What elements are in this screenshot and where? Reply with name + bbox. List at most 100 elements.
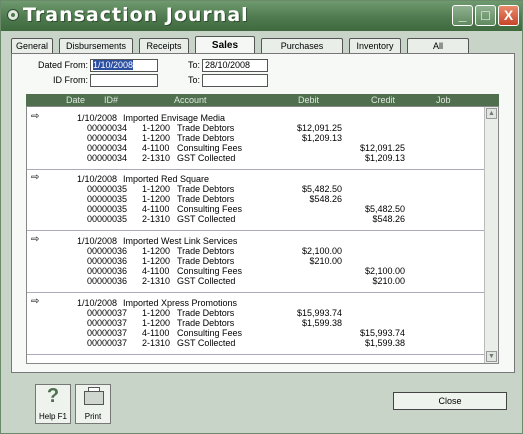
col-account[interactable]: Account xyxy=(174,94,207,106)
col-id[interactable]: ID# xyxy=(104,94,118,106)
print-label: Print xyxy=(84,412,102,421)
dated-from-field[interactable]: 1/10/2008 xyxy=(90,59,158,72)
line-account-number: 1-1200 xyxy=(142,123,171,133)
line-account-number: 4-1100 xyxy=(142,204,170,214)
help-label: Help F1 xyxy=(38,412,67,421)
journal-entry-group[interactable]: ⇨ 1/10/2008 Imported Xpress Promotions 0000… xyxy=(27,294,486,355)
filter-area: Dated From: 1/10/2008 To: 28/10/2008 ID … xyxy=(26,58,276,92)
line-id: 00000035 xyxy=(87,214,128,224)
line-id: 00000036 xyxy=(87,266,128,276)
line-debit: $12,091.25 xyxy=(296,123,342,133)
line-account-name: Trade Debtors xyxy=(177,123,235,133)
line-debit: $548.26 xyxy=(309,194,342,204)
id-from-label: ID From: xyxy=(53,75,88,85)
line-account-name: GST Collected xyxy=(177,276,236,286)
window-title: Transaction Journal xyxy=(23,4,249,26)
entry-date: 1/10/2008 xyxy=(77,236,118,246)
maximize-button[interactable]: □ xyxy=(475,5,496,26)
help-button[interactable]: ? Help F1 xyxy=(35,384,71,424)
tab-inventory[interactable]: Inventory xyxy=(349,38,401,53)
journal-entry-group[interactable]: ⇨ 1/10/2008 Imported Envisage Media 0000003… xyxy=(27,109,486,170)
col-credit[interactable]: Credit xyxy=(371,94,395,106)
line-account-name: Consulting Fees xyxy=(177,266,243,276)
entry-memo: Imported Envisage Media xyxy=(123,113,226,123)
entry-memo: Imported Red Square xyxy=(123,174,210,184)
minimize-button[interactable]: _ xyxy=(452,5,473,26)
id-from-field[interactable] xyxy=(90,74,158,87)
scroll-down-icon[interactable]: ▼ xyxy=(486,351,497,362)
line-account-name: Consulting Fees xyxy=(177,204,243,214)
line-account-number: 2-1310 xyxy=(142,214,171,224)
line-account-number: 2-1310 xyxy=(142,276,171,286)
id-to-field[interactable] xyxy=(202,74,268,87)
line-id: 00000036 xyxy=(87,276,128,286)
line-credit: $1,209.13 xyxy=(364,153,405,163)
close-button[interactable]: Close xyxy=(393,392,507,410)
line-id: 00000035 xyxy=(87,184,128,194)
to-id-label: To: xyxy=(187,75,200,85)
col-debit[interactable]: Debit xyxy=(298,94,319,106)
line-account-name: Trade Debtors xyxy=(177,246,235,256)
line-account-number: 1-1200 xyxy=(142,318,171,328)
journal-grid: ⇨ 1/10/2008 Imported Envisage Media 0000003… xyxy=(26,106,499,364)
line-account-number: 2-1310 xyxy=(142,153,171,163)
line-account-number: 1-1200 xyxy=(142,184,171,194)
tab-purchases[interactable]: Purchases xyxy=(261,38,343,53)
title-bar[interactable]: Transaction Journal _ □ X xyxy=(1,1,522,31)
scroll-up-icon[interactable]: ▲ xyxy=(486,108,497,119)
line-credit: $5,482.50 xyxy=(364,204,405,214)
line-credit: $1,599.38 xyxy=(364,338,405,348)
line-debit: $2,100.00 xyxy=(301,246,342,256)
line-debit: $5,482.50 xyxy=(301,184,342,194)
dated-from-label: Dated From: xyxy=(37,60,88,70)
line-credit: $15,993.74 xyxy=(359,328,405,338)
line-account-number: 4-1100 xyxy=(142,266,170,276)
line-account-name: Trade Debtors xyxy=(177,194,235,204)
tab-general[interactable]: General xyxy=(11,38,53,53)
line-debit: $1,209.13 xyxy=(301,133,342,143)
line-account-number: 1-1200 xyxy=(142,308,171,318)
line-account-name: Trade Debtors xyxy=(177,318,235,328)
col-date[interactable]: Date xyxy=(66,94,85,106)
line-credit: $2,100.00 xyxy=(364,266,405,276)
line-id: 00000037 xyxy=(87,318,128,328)
line-debit: $210.00 xyxy=(309,256,342,266)
grid-header: Date ID# Account Debit Credit Job xyxy=(26,94,499,106)
help-icon: ? xyxy=(46,385,60,407)
dated-to-field[interactable]: 28/10/2008 xyxy=(202,59,268,72)
line-id: 00000036 xyxy=(87,246,128,256)
line-account-name: Consulting Fees xyxy=(177,143,243,153)
journal-entry-group[interactable]: ⇨ 1/10/2008 Imported West Link Services 000… xyxy=(27,232,486,293)
vertical-scrollbar[interactable]: ▲ ▼ xyxy=(484,107,498,363)
line-id: 00000034 xyxy=(87,153,128,163)
line-account-name: Trade Debtors xyxy=(177,256,235,266)
tab-disbursements[interactable]: Disbursements xyxy=(59,38,133,53)
arrow-right-icon[interactable]: ⇨ xyxy=(31,111,39,122)
transaction-journal-window: Transaction Journal _ □ X General Disbur… xyxy=(0,0,523,434)
line-account-name: Consulting Fees xyxy=(177,328,243,338)
dated-from-value: 1/10/2008 xyxy=(93,60,134,70)
line-account-name: Trade Debtors xyxy=(177,133,235,143)
line-debit: $1,599.38 xyxy=(301,318,342,328)
line-id: 00000037 xyxy=(87,338,128,348)
line-id: 00000035 xyxy=(87,194,128,204)
tab-sales[interactable]: Sales xyxy=(195,36,255,54)
to-date-label: To: xyxy=(187,60,200,70)
line-account-number: 4-1100 xyxy=(142,143,170,153)
col-job[interactable]: Job xyxy=(436,94,451,106)
line-id: 00000037 xyxy=(87,308,128,318)
journal-entry-group[interactable]: ⇨ 1/10/2008 Imported Red Square 00000035 1-1… xyxy=(27,170,486,231)
arrow-right-icon[interactable]: ⇨ xyxy=(31,296,39,307)
arrow-right-icon[interactable]: ⇨ xyxy=(31,172,39,183)
print-button[interactable]: Print xyxy=(75,384,111,424)
entry-date: 1/10/2008 xyxy=(77,113,118,123)
tab-all[interactable]: All xyxy=(407,38,469,53)
line-credit: $548.26 xyxy=(372,214,405,224)
line-account-name: GST Collected xyxy=(177,214,236,224)
close-window-button[interactable]: X xyxy=(498,5,519,26)
arrow-right-icon[interactable]: ⇨ xyxy=(31,234,39,245)
line-account-number: 1-1200 xyxy=(142,194,171,204)
tab-receipts[interactable]: Receipts xyxy=(139,38,189,53)
entry-date: 1/10/2008 xyxy=(77,174,118,184)
line-account-number: 1-1200 xyxy=(142,246,171,256)
